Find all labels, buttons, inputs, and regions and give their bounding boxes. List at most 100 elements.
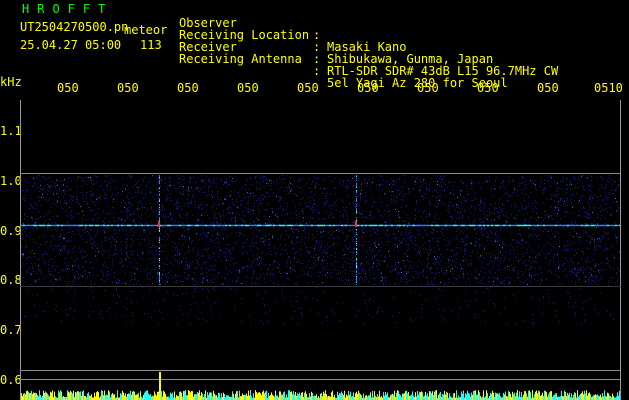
noise-speck: [468, 193, 469, 195]
noise-speck: [459, 189, 460, 191]
noise-speck: [263, 298, 264, 300]
noise-speck: [326, 210, 327, 212]
noise-speck: [191, 241, 192, 243]
noise-speck: [170, 212, 171, 214]
noise-speck: [389, 250, 390, 251]
noise-speck: [360, 197, 361, 199]
noise-speck: [528, 202, 529, 204]
noise-speck: [92, 244, 93, 246]
noise-speck: [331, 275, 332, 277]
meteor-echo: [356, 239, 357, 241]
noise-speck: [495, 304, 496, 306]
noise-speck: [449, 240, 450, 242]
noise-speck: [519, 276, 520, 278]
meteor-echo: [159, 182, 160, 184]
noise-speck: [384, 222, 385, 223]
noise-speck: [314, 250, 315, 252]
noise-speck: [180, 213, 181, 215]
noise-speck: [127, 208, 128, 209]
noise-speck: [97, 220, 98, 222]
noise-speck: [589, 189, 590, 191]
carrier-trace: [85, 224, 87, 227]
noise-speck: [580, 269, 581, 270]
noise-speck: [107, 267, 108, 268]
noise-speck: [429, 201, 430, 202]
noise-speck: [231, 288, 232, 290]
noise-speck: [549, 251, 550, 253]
noise-speck: [363, 247, 364, 249]
noise-speck: [242, 266, 243, 268]
x-tick-label: 0510: [594, 81, 623, 95]
noise-speck: [137, 192, 138, 194]
noise-speck: [297, 296, 298, 298]
noise-speck: [479, 243, 480, 245]
noise-speck: [316, 178, 317, 179]
noise-speck: [266, 209, 267, 211]
noise-speck: [343, 263, 344, 265]
noise-speck: [91, 283, 92, 285]
noise-speck: [27, 189, 28, 191]
carrier-trace: [247, 224, 249, 227]
meteor-echo: [159, 280, 160, 282]
noise-speck: [590, 196, 591, 198]
noise-speck: [485, 321, 486, 323]
noise-speck: [520, 281, 521, 283]
noise-speck: [138, 255, 139, 257]
noise-speck: [608, 260, 609, 262]
noise-speck: [241, 223, 242, 225]
noise-speck: [220, 215, 221, 217]
noise-speck: [492, 205, 493, 207]
noise-speck: [145, 270, 146, 272]
noise-speck: [313, 200, 314, 202]
noise-speck: [497, 211, 498, 212]
noise-speck: [219, 244, 220, 246]
noise-speck: [218, 235, 219, 236]
carrier-trace: [239, 224, 241, 227]
noise-speck: [47, 194, 48, 195]
noise-speck: [326, 253, 327, 254]
noise-speck: [336, 209, 337, 211]
noise-speck: [530, 192, 531, 194]
noise-speck: [167, 238, 168, 240]
noise-speck: [522, 239, 523, 241]
noise-speck: [34, 279, 35, 281]
noise-speck: [296, 301, 297, 303]
carrier-trace: [403, 224, 405, 227]
noise-speck: [297, 282, 298, 284]
meteor-echo: [356, 201, 357, 203]
noise-speck: [167, 198, 168, 200]
noise-speck: [250, 176, 251, 178]
noise-speck: [84, 251, 85, 252]
noise-speck: [57, 215, 58, 217]
noise-speck: [379, 249, 380, 251]
noise-speck: [418, 273, 419, 275]
carrier-trace: [59, 224, 61, 227]
noise-speck: [292, 248, 293, 250]
noise-speck: [396, 238, 397, 239]
noise-speck: [381, 273, 382, 275]
noise-speck: [86, 183, 87, 185]
noise-speck: [307, 251, 308, 253]
noise-speck: [580, 288, 581, 290]
noise-speck: [121, 189, 122, 191]
noise-speck: [591, 268, 592, 270]
noise-speck: [213, 268, 214, 270]
noise-speck: [463, 232, 464, 234]
noise-speck: [167, 188, 168, 189]
noise-speck: [571, 269, 572, 271]
noise-speck: [299, 179, 300, 180]
carrier-trace: [477, 224, 479, 227]
noise-speck: [486, 235, 487, 237]
noise-speck: [88, 206, 89, 208]
noise-speck: [557, 182, 558, 184]
noise-speck: [354, 248, 355, 250]
noise-speck: [253, 210, 254, 212]
noise-speck: [589, 198, 590, 200]
noise-speck: [34, 256, 35, 258]
noise-speck: [25, 227, 26, 229]
noise-speck: [121, 285, 122, 287]
noise-speck: [337, 277, 338, 279]
noise-speck: [48, 260, 49, 262]
meteor-echo: [159, 219, 160, 221]
noise-speck: [417, 253, 418, 255]
